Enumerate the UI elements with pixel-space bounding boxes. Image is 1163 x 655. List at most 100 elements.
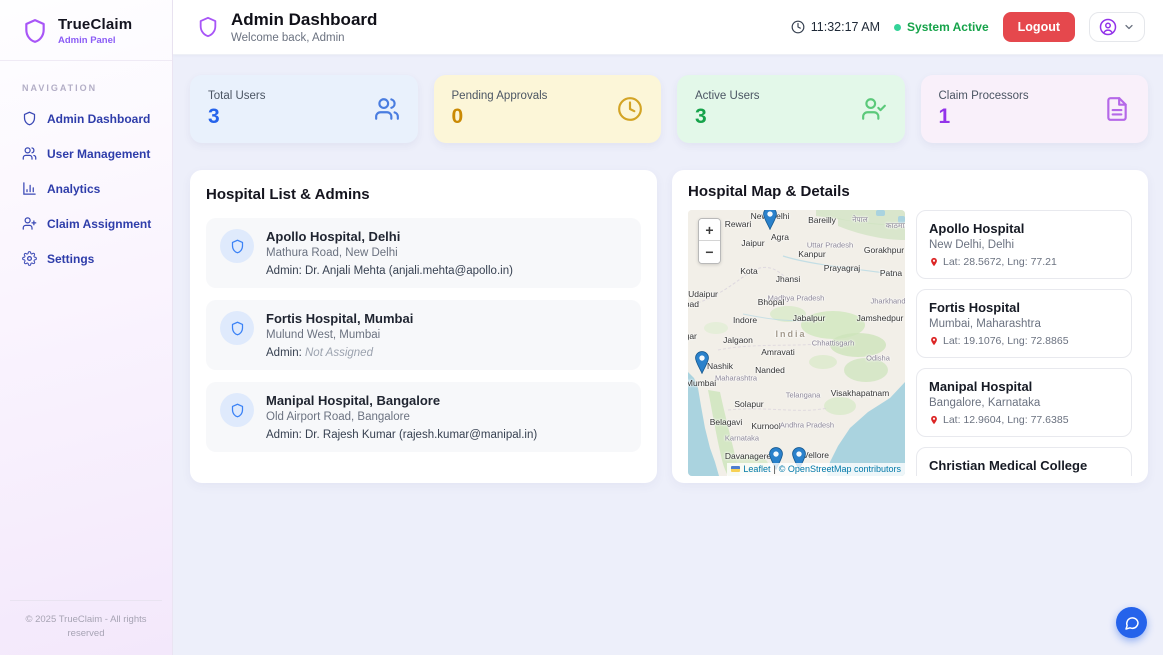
coords-text: Lat: 12.9604, Lng: 77.6385 <box>943 414 1069 426</box>
file-icon <box>1104 96 1130 122</box>
hospital-list-item[interactable]: Fortis Hospital, Mumbai Mulund West, Mum… <box>206 300 641 370</box>
map-panel-title: Hospital Map & Details <box>688 183 1132 200</box>
nav-section-label: NAVIGATION <box>0 61 172 103</box>
map-panel: Hospital Map & Details <box>672 170 1148 483</box>
sidebar: TrueClaim Admin Panel NAVIGATION Admin D… <box>0 0 173 655</box>
coords-text: Lat: 19.1076, Lng: 72.8865 <box>943 335 1069 347</box>
attribution-divider: | <box>773 464 775 474</box>
hospital-admin: Admin: Dr. Anjali Mehta (anjali.mehta@ap… <box>266 265 513 277</box>
detail-hospital-name: Christian Medical College <box>929 458 1119 473</box>
zoom-out-button[interactable]: − <box>699 241 720 263</box>
stat-value: 1 <box>939 105 1029 129</box>
hospital-list-item[interactable]: Apollo Hospital, Delhi Mathura Road, New… <box>206 218 641 288</box>
detail-hospital-name: Apollo Hospital <box>929 221 1119 236</box>
hospital-detail-card[interactable]: Christian Medical College Vellore, Tamil… <box>916 447 1132 476</box>
header: Admin Dashboard Welcome back, Admin 11:3… <box>173 0 1163 55</box>
admin-label: Admin: <box>266 265 302 277</box>
brand: TrueClaim Admin Panel <box>0 0 172 61</box>
hospital-avatar <box>220 311 254 345</box>
hospital-address: Old Airport Road, Bangalore <box>266 411 537 423</box>
admin-label: Admin: <box>266 429 302 441</box>
sidebar-item-user-management[interactable]: User Management <box>10 138 162 169</box>
detail-coordinates: Lat: 28.5672, Lng: 77.21 <box>929 256 1119 268</box>
user-plus-icon <box>22 216 37 231</box>
map-pin-icon <box>929 415 939 425</box>
map-attribution: Leaflet | © OpenStreetMap contributors <box>727 463 905 476</box>
chart-icon <box>22 181 37 196</box>
clock-icon <box>791 20 805 34</box>
stats-row: Total Users 3 Pending Approvals 0 Active… <box>190 75 1148 143</box>
app-window: TrueClaim Admin Panel NAVIGATION Admin D… <box>0 0 1163 655</box>
leaflet-link[interactable]: Leaflet <box>743 464 770 474</box>
sidebar-item-admin-dashboard[interactable]: Admin Dashboard <box>10 103 162 134</box>
stat-label: Total Users <box>208 90 266 102</box>
gear-icon <box>22 251 37 266</box>
stat-value: 3 <box>695 105 760 129</box>
header-shield-icon <box>197 16 219 38</box>
map-pin-icon <box>929 257 939 267</box>
sidebar-item-settings[interactable]: Settings <box>10 243 162 274</box>
hospital-avatar <box>220 393 254 427</box>
status-dot <box>894 24 901 31</box>
shield-icon <box>230 239 245 254</box>
map-marker-icon[interactable] <box>763 210 777 230</box>
clock-display: 11:32:17 AM <box>791 20 880 34</box>
logout-button[interactable]: Logout <box>1003 12 1075 42</box>
users-icon <box>374 96 400 122</box>
system-status: System Active <box>894 20 989 34</box>
brand-name: TrueClaim <box>58 16 132 33</box>
hospital-detail-card[interactable]: Manipal Hospital Bangalore, Karnataka La… <box>916 368 1132 437</box>
hospital-admin: Admin: Not Assigned <box>266 347 413 359</box>
sidebar-item-claim-assignment[interactable]: Claim Assignment <box>10 208 162 239</box>
sidebar-item-label: Admin Dashboard <box>47 112 150 126</box>
stat-label: Pending Approvals <box>452 90 548 102</box>
chat-fab-button[interactable] <box>1116 607 1147 638</box>
hospital-name: Apollo Hospital, Delhi <box>266 229 513 244</box>
shield-icon <box>230 321 245 336</box>
stat-card-total-users: Total Users 3 <box>190 75 418 143</box>
detail-hospital-name: Fortis Hospital <box>929 300 1119 315</box>
admin-value: Not Assigned <box>305 347 373 359</box>
admin-value: Dr. Anjali Mehta (anjali.mehta@apollo.in… <box>305 265 513 277</box>
status-text: System Active <box>907 20 989 34</box>
detail-location: New Delhi, Delhi <box>929 239 1119 251</box>
zoom-in-button[interactable]: + <box>699 219 720 241</box>
user-check-icon <box>861 96 887 122</box>
stat-value: 3 <box>208 105 266 129</box>
map-row: New Delhi Rewari Bareilly नेपाल काठमाडौं… <box>688 210 1132 476</box>
users-icon <box>22 146 37 161</box>
stat-label: Claim Processors <box>939 90 1029 102</box>
brand-subtitle: Admin Panel <box>58 35 132 46</box>
sidebar-item-label: Settings <box>47 252 94 266</box>
chat-bubble-icon <box>1124 615 1140 631</box>
osm-link[interactable]: © OpenStreetMap contributors <box>779 464 901 474</box>
detail-hospital-name: Manipal Hospital <box>929 379 1119 394</box>
avatar-menu-button[interactable] <box>1089 12 1145 42</box>
hospital-detail-card[interactable]: Apollo Hospital New Delhi, Delhi Lat: 28… <box>916 210 1132 279</box>
sidebar-nav: Admin Dashboard User Management Analytic… <box>0 103 172 600</box>
chevron-down-icon <box>1123 21 1135 33</box>
admin-label: Admin: <box>266 347 302 359</box>
header-actions: 11:32:17 AM System Active Logout <box>791 12 1145 42</box>
map-marker-icon[interactable] <box>695 351 709 374</box>
hospital-name: Manipal Hospital, Bangalore <box>266 393 537 408</box>
hospital-address: Mathura Road, New Delhi <box>266 247 513 259</box>
panels-row: Hospital List & Admins Apollo Hospital, … <box>190 170 1148 483</box>
page-subtitle: Welcome back, Admin <box>231 32 377 44</box>
page-title: Admin Dashboard <box>231 10 377 30</box>
admin-value: Dr. Rajesh Kumar (rajesh.kumar@manipal.i… <box>305 429 537 441</box>
stat-value: 0 <box>452 105 548 129</box>
hospital-list-title: Hospital List & Admins <box>206 186 641 203</box>
hospital-detail-card[interactable]: Fortis Hospital Mumbai, Maharashtra Lat:… <box>916 289 1132 358</box>
hospital-list-item[interactable]: Manipal Hospital, Bangalore Old Airport … <box>206 382 641 452</box>
stat-card-pending-approvals: Pending Approvals 0 <box>434 75 662 143</box>
header-title-group: Admin Dashboard Welcome back, Admin <box>197 10 377 44</box>
sidebar-item-analytics[interactable]: Analytics <box>10 173 162 204</box>
content-area: Total Users 3 Pending Approvals 0 Active… <box>173 55 1163 655</box>
clock-icon <box>617 96 643 122</box>
leaflet-map[interactable]: New Delhi Rewari Bareilly नेपाल काठमाडौं… <box>688 210 905 476</box>
shield-icon <box>230 403 245 418</box>
hospital-name: Fortis Hospital, Mumbai <box>266 311 413 326</box>
brand-shield-icon <box>22 18 48 44</box>
detail-coordinates: Lat: 12.9604, Lng: 77.6385 <box>929 414 1119 426</box>
